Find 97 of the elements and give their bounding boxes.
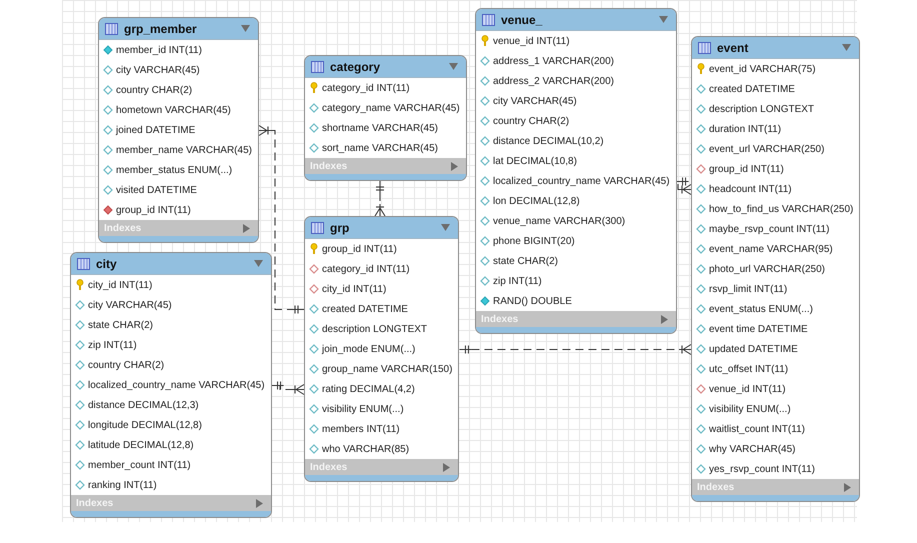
column-name: address_2 VARCHAR(200) bbox=[493, 76, 614, 86]
column-name: shortname VARCHAR(45) bbox=[322, 122, 438, 134]
column-name: members INT(11) bbox=[322, 424, 400, 434]
expand-icon[interactable] bbox=[256, 498, 263, 508]
column-name: city VARCHAR(45) bbox=[116, 64, 200, 76]
column-name: member_id INT(11) bbox=[116, 44, 202, 56]
column-name: waitlist_count INT(11) bbox=[709, 424, 805, 434]
column-name: category_id INT(11) bbox=[322, 264, 410, 274]
table-icon bbox=[77, 258, 90, 270]
column-name: photo_url VARCHAR(250) bbox=[709, 264, 825, 274]
column-name: visibility ENUM(...) bbox=[709, 404, 791, 414]
collapse-icon[interactable] bbox=[658, 16, 668, 23]
column-name: utc_offset INT(11) bbox=[709, 364, 788, 374]
column-name: lon DECIMAL(12,8) bbox=[493, 196, 580, 206]
collapse-icon[interactable] bbox=[448, 63, 458, 70]
column-name: country CHAR(2) bbox=[493, 116, 570, 126]
column-name: longitude DECIMAL(12,8) bbox=[88, 420, 202, 430]
collapse-icon[interactable] bbox=[842, 44, 852, 51]
column-name: latitude DECIMAL(12,8) bbox=[88, 440, 194, 450]
column-name: state CHAR(2) bbox=[88, 320, 154, 330]
column-name: state CHAR(2) bbox=[493, 256, 558, 266]
column-name: country CHAR(2) bbox=[88, 360, 164, 370]
table-icon bbox=[105, 22, 118, 34]
table-icon bbox=[482, 14, 495, 26]
column-name: description LONGTEXT bbox=[709, 104, 814, 114]
column-name: rating DECIMAL(4,2) bbox=[322, 384, 415, 394]
column-name: duration INT(11) bbox=[709, 124, 782, 134]
table-icon bbox=[311, 60, 324, 72]
column-name: zip INT(11) bbox=[493, 276, 542, 286]
table-icon bbox=[698, 42, 711, 54]
column-name: city_id INT(11) bbox=[322, 284, 386, 294]
column-name: phone BIGINT(20) bbox=[493, 236, 575, 246]
column-name: group_id INT(11) bbox=[709, 164, 784, 174]
table-icon bbox=[311, 222, 324, 234]
column-name: venue_name VARCHAR(300) bbox=[493, 216, 626, 226]
expand-icon[interactable] bbox=[242, 224, 250, 232]
column-name: city VARCHAR(45) bbox=[88, 300, 172, 310]
column-name: distance DECIMAL(12,3) bbox=[88, 400, 199, 410]
column-name: event time DATETIME bbox=[709, 324, 808, 334]
column-name: RAND() DOUBLE bbox=[493, 296, 572, 306]
column-name: joined DATETIME bbox=[116, 124, 196, 136]
column-name: why VARCHAR(45) bbox=[709, 444, 796, 454]
column-name: created DATETIME bbox=[709, 84, 795, 94]
collapse-icon[interactable] bbox=[254, 260, 263, 267]
table-title: category bbox=[330, 60, 382, 74]
column-name: country CHAR(2) bbox=[116, 84, 192, 96]
column-name: updated DATETIME bbox=[709, 344, 798, 354]
column-name: how_to_find_us VARCHAR(250) bbox=[709, 204, 854, 214]
column-name: group_id INT(11) bbox=[116, 204, 191, 216]
column-name: event_status ENUM(...) bbox=[709, 304, 813, 314]
table-title: grp bbox=[330, 220, 350, 234]
column-name: category_name VARCHAR(45) bbox=[322, 102, 460, 114]
column-name: venue_id INT(11) bbox=[493, 36, 570, 46]
column-name: visited DATETIME bbox=[116, 184, 197, 196]
relationship-line bbox=[374, 180, 386, 216]
collapse-icon[interactable] bbox=[441, 224, 450, 231]
column-name: join_mode ENUM(...) bbox=[322, 344, 416, 354]
column-name: group_name VARCHAR(150) bbox=[322, 364, 452, 374]
column-name: localized_country_name VARCHAR(45) bbox=[88, 380, 265, 390]
column-name: localized_country_name VARCHAR(45) bbox=[493, 176, 670, 186]
column-name: created DATETIME bbox=[322, 304, 408, 314]
column-name: rsvp_limit INT(11) bbox=[709, 284, 788, 294]
column-name: distance DECIMAL(10,2) bbox=[493, 136, 604, 146]
table-title: city bbox=[96, 256, 118, 270]
expand-icon[interactable] bbox=[844, 482, 852, 492]
column-name: hometown VARCHAR(45) bbox=[116, 104, 231, 116]
table-title: venue_ bbox=[501, 12, 544, 26]
column-name: member_status ENUM(...) bbox=[116, 164, 232, 176]
column-name: lat DECIMAL(10,8) bbox=[493, 156, 577, 166]
column-name: description LONGTEXT bbox=[322, 324, 428, 334]
expand-icon[interactable] bbox=[660, 314, 668, 324]
column-name: yes_rsvp_count INT(11) bbox=[709, 464, 815, 474]
table-title: grp_member bbox=[124, 22, 198, 36]
expand-icon[interactable] bbox=[443, 462, 450, 472]
table-title: event bbox=[717, 40, 750, 54]
column-name: member_count INT(11) bbox=[88, 460, 191, 470]
column-name: event_url VARCHAR(250) bbox=[709, 144, 824, 154]
column-name: city_id INT(11) bbox=[88, 280, 152, 290]
collapse-icon[interactable] bbox=[240, 25, 250, 32]
column-name: venue_id INT(11) bbox=[709, 384, 786, 394]
column-name: maybe_rsvp_count INT(11) bbox=[709, 224, 830, 234]
column-name: ranking INT(11) bbox=[88, 480, 157, 490]
relationship-line bbox=[676, 177, 692, 195]
column-name: who VARCHAR(85) bbox=[322, 444, 410, 454]
column-name: sort_name VARCHAR(45) bbox=[322, 142, 438, 154]
column-name: address_1 VARCHAR(200) bbox=[493, 56, 614, 66]
column-name: zip INT(11) bbox=[88, 340, 137, 350]
column-name: city VARCHAR(45) bbox=[493, 96, 577, 106]
column-name: category_id INT(11) bbox=[322, 82, 410, 94]
column-name: event_id VARCHAR(75) bbox=[709, 64, 816, 74]
column-name: headcount INT(11) bbox=[709, 184, 792, 194]
column-name: group_id INT(11) bbox=[322, 244, 397, 254]
column-name: event_name VARCHAR(95) bbox=[709, 244, 833, 254]
expand-icon[interactable] bbox=[450, 162, 458, 170]
column-name: visibility ENUM(...) bbox=[322, 404, 404, 414]
column-name: member_name VARCHAR(45) bbox=[116, 144, 252, 156]
relationship-line bbox=[271, 381, 304, 395]
